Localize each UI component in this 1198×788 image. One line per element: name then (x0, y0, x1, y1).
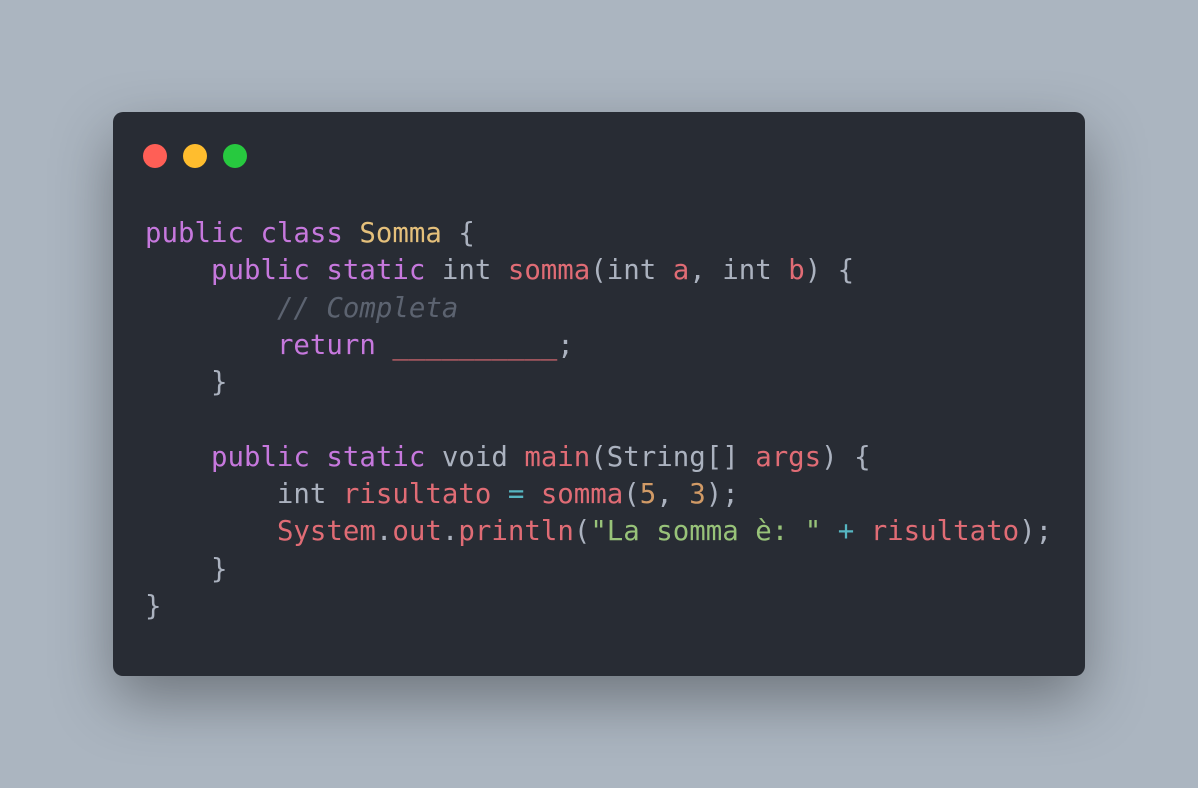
code-token: ); (705, 479, 739, 511)
code-token: (int (590, 255, 673, 287)
code-token: . (375, 516, 393, 548)
code-token: ) { (821, 441, 871, 473)
code-token: (String[] (590, 441, 756, 473)
code-token: somma (507, 255, 591, 287)
code-token: ( (623, 479, 640, 511)
code-token: __________ (392, 329, 558, 361)
code-block: public class Somma { public static int s… (145, 215, 1052, 625)
code-token: "La somma è: " (590, 516, 822, 548)
code-line: } (145, 551, 1052, 588)
code-token: + (837, 516, 855, 548)
code-token: static (326, 255, 426, 287)
code-token: 3 (689, 479, 706, 511)
code-token: class (260, 218, 343, 249)
code-token: } (145, 553, 228, 585)
code-token: println (458, 516, 574, 548)
code-token: } (145, 367, 228, 399)
code-token: a (672, 255, 690, 287)
code-token: ) { (804, 255, 855, 287)
code-line: public static int somma(int a, int b) { (145, 252, 1052, 289)
code-line: } (145, 588, 1052, 625)
code-line: System.out.println("La somma è: " + risu… (145, 513, 1052, 550)
code-line: // Completa (145, 290, 1052, 327)
code-token: ; (557, 329, 574, 361)
code-line: return __________; (145, 327, 1052, 364)
code-token: return (276, 329, 376, 361)
code-token: ); (1019, 516, 1053, 548)
code-token: b (788, 255, 805, 287)
code-line: int risultato = somma(5, 3); (145, 476, 1052, 513)
code-line: } (145, 364, 1052, 401)
code-window: public class Somma { public static int s… (113, 112, 1085, 676)
maximize-dot-icon[interactable] (223, 144, 247, 168)
code-token: public (210, 441, 310, 473)
code-token: public (210, 255, 310, 287)
code-token: Somma (359, 218, 442, 249)
code-token: , (656, 479, 690, 511)
code-token: 5 (639, 479, 657, 511)
code-token: // Completa (276, 292, 459, 324)
code-token: static (326, 441, 426, 473)
code-token: { (441, 218, 475, 249)
code-token: System (276, 516, 376, 548)
code-token: int (145, 479, 343, 511)
code-token: void (425, 441, 525, 473)
close-dot-icon[interactable] (143, 144, 167, 168)
code-token: risultato (342, 479, 492, 511)
code-token: out (392, 516, 442, 548)
code-token: ( (573, 516, 591, 548)
code-token: , int (689, 255, 789, 287)
code-token: . (441, 516, 459, 548)
code-token: } (145, 590, 162, 622)
code-line: public class Somma { (145, 215, 1052, 252)
code-token: public (145, 218, 244, 249)
code-line: public static void main(String[] args) { (145, 439, 1052, 476)
minimize-dot-icon[interactable] (183, 144, 207, 168)
code-token: main (524, 441, 591, 473)
code-token: = (507, 479, 525, 511)
code-token: risultato (870, 516, 1020, 548)
code-token: args (755, 441, 822, 473)
code-token: somma (540, 479, 624, 511)
code-token: int (425, 255, 508, 287)
